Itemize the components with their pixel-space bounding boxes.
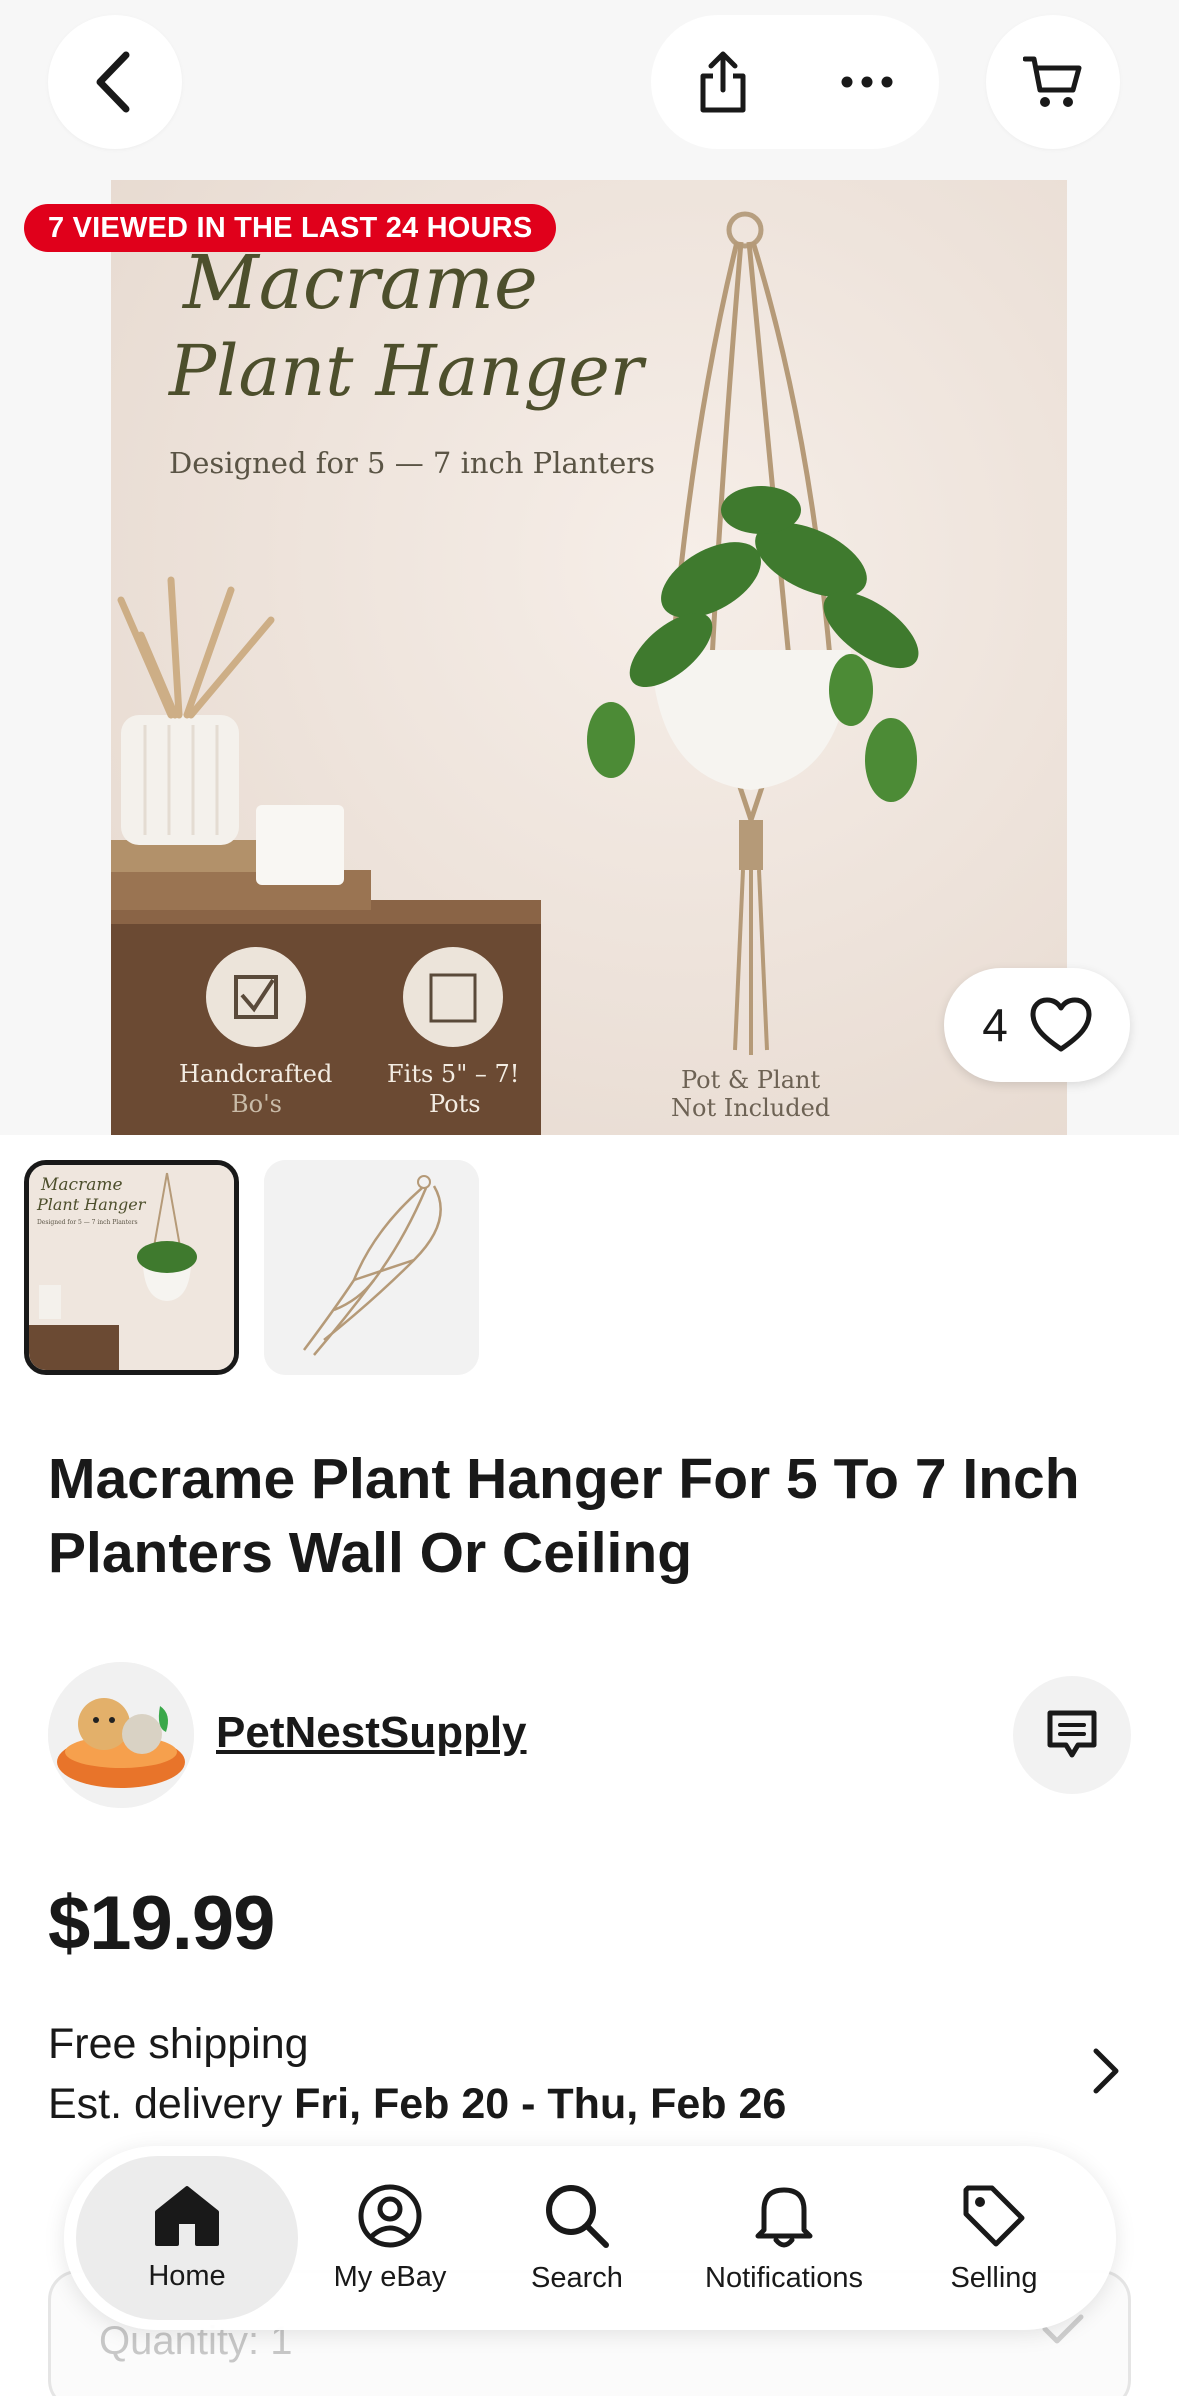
top-bar: [0, 0, 1179, 180]
more-horizontal-icon: [841, 76, 893, 88]
thumbnail-1[interactable]: Macrame Plant Hanger Designed for 5 — 7 …: [24, 1160, 239, 1375]
nav-home-label: Home: [148, 2259, 226, 2292]
bell-icon: [755, 2187, 813, 2247]
nav-selling-label: Selling: [950, 2261, 1038, 2294]
feature-3-line2: Not Included: [671, 1094, 831, 1122]
seller-name-link[interactable]: PetNestSupply: [216, 1708, 527, 1758]
heart-icon: [1030, 997, 1092, 1052]
nav-selling[interactable]: Selling: [906, 2156, 1082, 2320]
seller-avatar[interactable]: [48, 1662, 194, 1808]
nav-search[interactable]: Search: [492, 2156, 662, 2320]
nav-search-label: Search: [531, 2261, 623, 2294]
nav-my-ebay[interactable]: My eBay: [310, 2156, 470, 2320]
thumbnail-1-title1: Macrame: [41, 1175, 123, 1195]
feature-2-label: Fits 5" – 7!: [387, 1060, 520, 1088]
price: $19.99: [48, 1881, 275, 1966]
chevron-right-icon[interactable]: [1090, 2045, 1122, 2097]
image-title-line2: Plant Hanger: [169, 330, 644, 412]
nav-notifications-label: Notifications: [705, 2261, 863, 2294]
cart-icon: [1023, 56, 1082, 107]
watchers-count: 4: [982, 999, 1008, 1051]
action-pill: [651, 15, 939, 149]
nav-my-ebay-label: My eBay: [333, 2260, 447, 2293]
feature-3-line1: Pot & Plant: [681, 1066, 821, 1094]
listing-title: Macrame Plant Hanger For 5 To 7 Inch Pla…: [48, 1447, 1080, 1585]
seller-row: PetNestSupply: [48, 1662, 1131, 1808]
chevron-left-icon: [96, 51, 130, 113]
back-button[interactable]: [48, 15, 182, 149]
user-circle-icon: [358, 2184, 422, 2247]
bottom-nav-bar: Home My eBay Search Notifications Sellin…: [64, 2146, 1116, 2330]
tag-icon: [963, 2185, 1025, 2246]
nav-home[interactable]: Home: [76, 2156, 298, 2320]
share-button[interactable]: [651, 15, 795, 149]
message-seller-button[interactable]: [1013, 1676, 1131, 1794]
share-icon: [700, 51, 746, 113]
thumbnail-2-image: [264, 1160, 479, 1375]
nav-notifications[interactable]: Notifications: [684, 2156, 884, 2320]
shipping-text[interactable]: Free shipping: [48, 2020, 309, 2069]
cart-button[interactable]: [986, 15, 1120, 149]
watch-button[interactable]: 4: [944, 968, 1130, 1082]
image-subtitle: Designed for 5 — 7 inch Planters: [169, 446, 655, 480]
thumbnail-1-title2: Plant Hanger: [37, 1195, 146, 1214]
feature-1-label: Handcrafted: [179, 1060, 333, 1088]
message-icon: [1047, 1710, 1097, 1758]
delivery-prefix: Est. delivery: [48, 2080, 295, 2128]
home-icon: [155, 2185, 219, 2246]
search-icon: [546, 2184, 609, 2248]
thumbnail-1-subtitle: Designed for 5 — 7 inch Planters: [37, 1219, 138, 1226]
more-button[interactable]: [795, 15, 939, 149]
thumbnail-2[interactable]: [264, 1160, 479, 1375]
viewed-badge: 7 VIEWED IN THE LAST 24 HOURS: [24, 204, 557, 252]
feature-2-sub: Pots: [429, 1090, 481, 1118]
delivery-estimate[interactable]: Est. delivery Fri, Feb 20 - Thu, Feb 26: [48, 2080, 786, 2129]
product-image-carousel[interactable]: Macrame Plant Hanger Designed for 5 — 7 …: [0, 180, 1179, 1135]
feature-1-sub: Bo's: [231, 1090, 282, 1118]
image-title-line1: Macrame: [183, 240, 538, 326]
product-image: Macrame Plant Hanger Designed for 5 — 7 …: [111, 180, 1067, 1135]
delivery-dates: Fri, Feb 20 - Thu, Feb 26: [294, 2080, 787, 2128]
